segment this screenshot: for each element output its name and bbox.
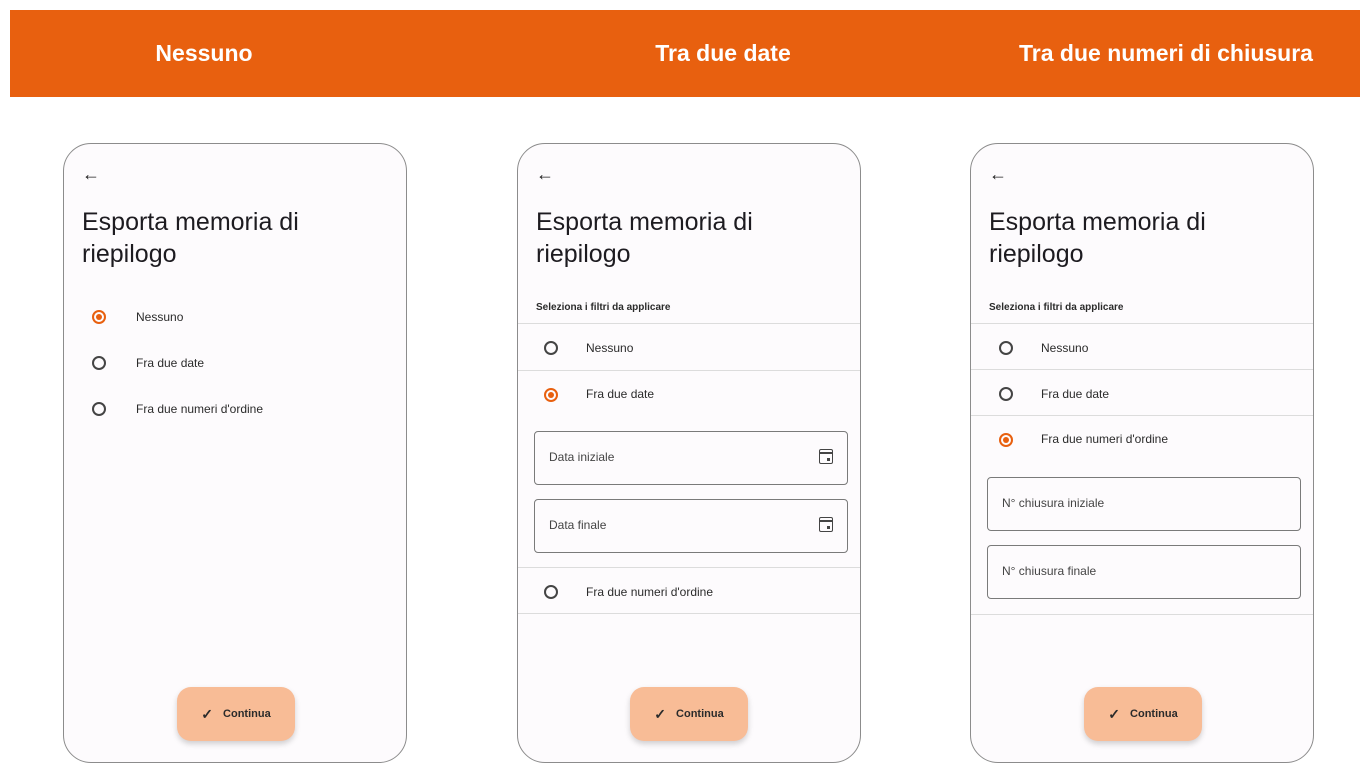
option-label-between-dates: Fra due date — [136, 356, 205, 370]
header-bar: Nessuno Tra due date Tra due numeri di c… — [10, 10, 1360, 97]
divider — [518, 323, 860, 324]
check-icon: ✓ — [1108, 705, 1121, 722]
option-label-none: Nessuno — [586, 341, 634, 355]
option-label-between-dates: Fra due date — [1041, 387, 1110, 401]
end-date-field[interactable]: Data finale — [534, 499, 848, 553]
continue-label: Continua — [676, 708, 724, 720]
start-closure-number-placeholder: N° chiusura iniziale — [1002, 496, 1105, 510]
check-icon: ✓ — [654, 705, 667, 722]
option-label-none: Nessuno — [1041, 341, 1089, 355]
divider — [971, 614, 1313, 615]
filter-label: Seleziona i filtri da applicare — [536, 302, 671, 313]
option-label-between-dates: Fra due date — [586, 387, 655, 401]
phone-screen-none: ← Esporta memoria di riepilogo Nessuno F… — [63, 143, 407, 763]
start-date-placeholder: Data iniziale — [549, 450, 615, 464]
phone-screen-closure-numbers: ← Esporta memoria di riepilogo Seleziona… — [970, 143, 1314, 763]
filter-label: Seleziona i filtri da applicare — [989, 302, 1124, 313]
page-title: Esporta memoria di riepilogo — [82, 208, 299, 268]
start-date-field[interactable]: Data iniziale — [534, 431, 848, 485]
option-label-between-order-numbers: Fra due numeri d'ordine — [1041, 432, 1169, 446]
divider — [518, 613, 860, 614]
radio-none[interactable] — [92, 310, 106, 324]
phone-screen-dates: ← Esporta memoria di riepilogo Seleziona… — [517, 143, 861, 763]
radio-between-dates[interactable] — [544, 388, 558, 402]
option-label-none: Nessuno — [136, 310, 184, 324]
option-label-between-order-numbers: Fra due numeri d'ordine — [586, 585, 714, 599]
radio-between-dates[interactable] — [999, 387, 1013, 401]
divider — [971, 323, 1313, 324]
calendar-icon[interactable] — [819, 449, 833, 464]
radio-between-order-numbers[interactable] — [92, 402, 106, 416]
header-column-none: Nessuno — [155, 40, 253, 66]
continue-label: Continua — [223, 708, 271, 720]
end-date-placeholder: Data finale — [549, 518, 607, 532]
divider — [971, 369, 1313, 370]
back-arrow-icon[interactable]: ← — [989, 164, 1009, 184]
start-closure-number-field[interactable]: N° chiusura iniziale — [987, 477, 1301, 531]
calendar-icon[interactable] — [819, 517, 833, 532]
continue-button[interactable]: ✓ Continua — [1084, 687, 1202, 741]
end-closure-number-placeholder: N° chiusura finale — [1002, 564, 1097, 578]
radio-between-order-numbers[interactable] — [544, 585, 558, 599]
check-icon: ✓ — [201, 705, 214, 722]
page-title: Esporta memoria di riepilogo — [989, 208, 1206, 268]
radio-between-order-numbers[interactable] — [999, 433, 1013, 447]
continue-button[interactable]: ✓ Continua — [177, 687, 295, 741]
radio-none[interactable] — [544, 341, 558, 355]
radio-none[interactable] — [999, 341, 1013, 355]
divider — [971, 415, 1313, 416]
end-closure-number-field[interactable]: N° chiusura finale — [987, 545, 1301, 599]
radio-between-dates[interactable] — [92, 356, 106, 370]
back-arrow-icon[interactable]: ← — [536, 164, 556, 184]
continue-label: Continua — [1130, 708, 1178, 720]
page-title: Esporta memoria di riepilogo — [536, 208, 753, 268]
header-column-dates: Tra due date — [655, 40, 791, 66]
continue-button[interactable]: ✓ Continua — [630, 687, 748, 741]
option-label-between-order-numbers: Fra due numeri d'ordine — [136, 402, 264, 416]
back-arrow-icon[interactable]: ← — [82, 164, 102, 184]
header-column-closure-numbers: Tra due numeri di chiusura — [1019, 40, 1313, 66]
divider — [518, 567, 860, 568]
divider — [518, 370, 860, 371]
